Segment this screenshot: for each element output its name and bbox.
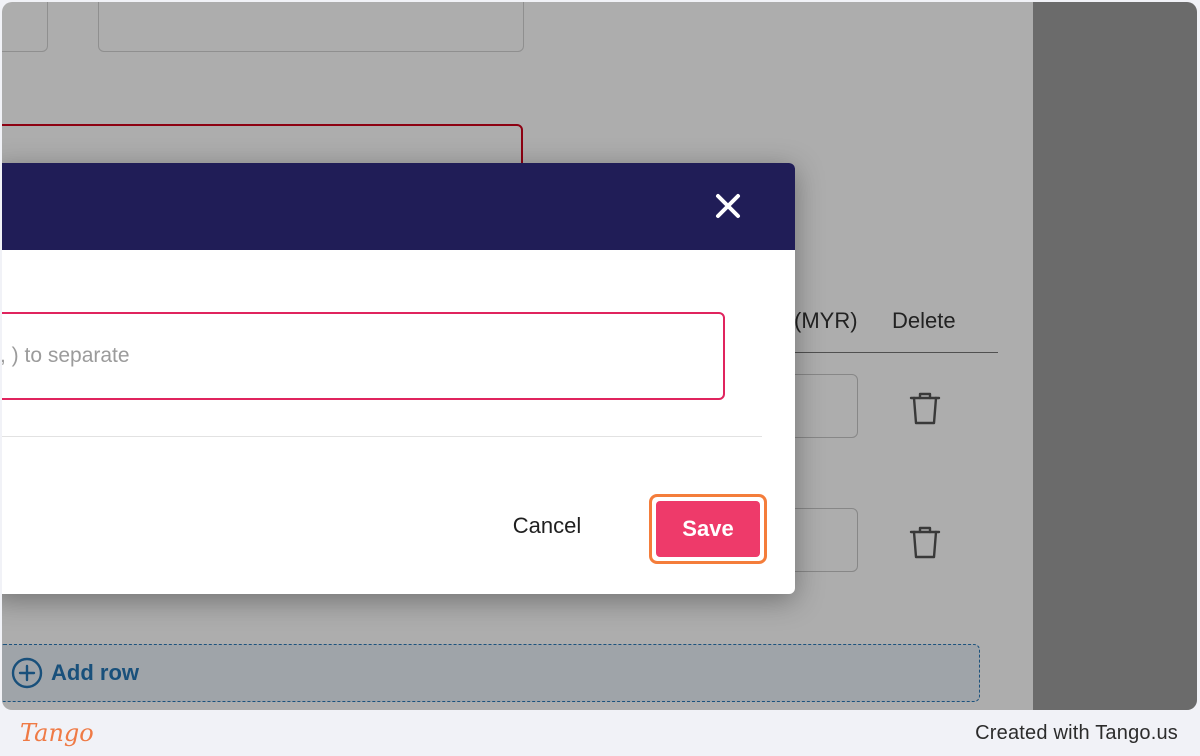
tango-logo: Tango (20, 719, 94, 747)
dialog-divider (2, 436, 762, 437)
save-button[interactable]: Save (656, 501, 760, 557)
close-icon (716, 194, 740, 218)
dialog-header (2, 163, 795, 250)
tango-footer: Tango Created with Tango.us (0, 710, 1200, 756)
app-frame: (MYR) Delete Add row , ) to separate Can… (2, 2, 1197, 710)
cancel-button[interactable]: Cancel (492, 506, 602, 546)
close-button[interactable] (709, 187, 747, 225)
tag-input[interactable]: , ) to separate (2, 312, 725, 400)
tag-dialog: , ) to separate Cancel Save (2, 163, 795, 594)
side-panel-shade (1033, 2, 1197, 710)
tag-input-placeholder: , ) to separate (2, 344, 130, 367)
credit-text: Created with Tango.us (975, 721, 1178, 744)
